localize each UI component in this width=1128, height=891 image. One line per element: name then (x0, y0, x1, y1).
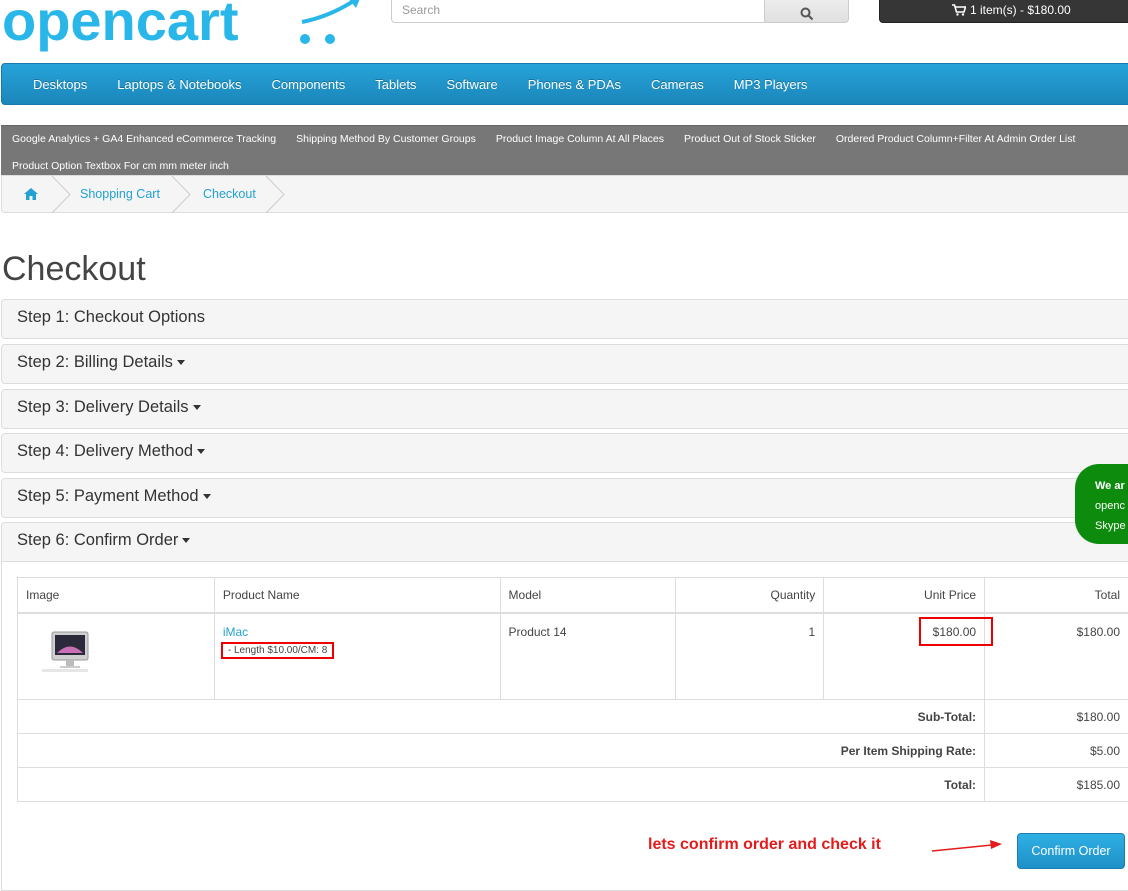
menu-item-laptops[interactable]: Laptops & Notebooks (102, 77, 256, 92)
totals-row: Sub-Total: $180.00 (18, 700, 1128, 734)
product-quantity: 1 (676, 613, 824, 700)
product-link[interactable]: iMac (223, 625, 248, 639)
caret-down-icon (177, 360, 185, 365)
confirm-order-button[interactable]: Confirm Order (1017, 833, 1125, 869)
step-4-heading[interactable]: Step 4: Delivery Method (1, 433, 1128, 473)
cart-total-label: 1 item(s) - $180.00 (970, 3, 1071, 17)
column-header: Image (18, 578, 215, 613)
product-total: $180.00 (985, 613, 1128, 700)
menu-item-tablets[interactable]: Tablets (360, 77, 431, 92)
search-button[interactable] (764, 0, 849, 23)
product-image-cell (18, 613, 215, 700)
grand-total-value: $185.00 (985, 768, 1128, 802)
step-label: Step 1: Checkout Options (17, 308, 205, 326)
column-header: Quantity (676, 578, 824, 613)
step-5-heading[interactable]: Step 5: Payment Method (1, 478, 1128, 518)
step-1-heading[interactable]: Step 1: Checkout Options (1, 299, 1128, 339)
ext-link-option-textbox[interactable]: Product Option Textbox For cm mm meter i… (12, 159, 229, 173)
caret-down-icon (182, 538, 190, 543)
menu-item-components[interactable]: Components (257, 77, 361, 92)
menu-item-desktops[interactable]: Desktops (18, 77, 102, 92)
annotation-arrow-icon (930, 836, 1005, 858)
cart-icon (952, 4, 966, 16)
step-2-heading[interactable]: Step 2: Billing Details (1, 344, 1128, 384)
totals-row: Total: $185.00 (18, 768, 1128, 802)
search-box (391, 0, 849, 23)
step-6-heading[interactable]: Step 6: Confirm Order (1, 522, 1128, 562)
extension-links-bar: Google Analytics + GA4 Enhanced eCommerc… (1, 125, 1128, 175)
menu-item-cameras[interactable]: Cameras (636, 77, 719, 92)
breadcrumb-separator (172, 176, 192, 213)
step-3-heading[interactable]: Step 3: Delivery Details (1, 389, 1128, 429)
step-label: Step 3: Delivery Details (17, 398, 189, 416)
home-icon (24, 188, 38, 200)
column-header: Unit Price (824, 578, 985, 613)
ext-link-shipping-groups[interactable]: Shipping Method By Customer Groups (296, 132, 476, 146)
search-icon (800, 7, 814, 21)
product-option: - Length $10.00/CM: 8 (221, 642, 335, 659)
opencart-logo[interactable]: opencart (2, 0, 364, 58)
breadcrumb-home[interactable] (24, 176, 38, 212)
grand-total-label: Total: (18, 768, 985, 802)
chat-line: We ar (1095, 476, 1128, 496)
column-header: Product Name (214, 578, 500, 613)
chat-widget[interactable]: We ar openc Skype (1075, 464, 1128, 544)
menu-item-software[interactable]: Software (431, 77, 512, 92)
caret-down-icon (197, 449, 205, 454)
column-header: Model (500, 578, 676, 613)
chat-line: Skype (1095, 516, 1128, 536)
product-unit-price-cell: $180.00 (824, 613, 985, 700)
product-unit-price: $180.00 (919, 617, 993, 646)
table-header-row: Image Product Name Model Quantity Unit P… (18, 578, 1128, 613)
page-title: Checkout (2, 250, 146, 289)
menu-item-phones[interactable]: Phones & PDAs (513, 77, 636, 92)
breadcrumb-checkout[interactable]: Checkout (203, 176, 256, 212)
breadcrumb-shopping-cart[interactable]: Shopping Cart (80, 176, 160, 212)
search-input[interactable] (391, 0, 765, 23)
order-table: Image Product Name Model Quantity Unit P… (17, 577, 1128, 802)
table-row: iMac - Length $10.00/CM: 8 Product 14 1 … (18, 613, 1128, 700)
svg-text:opencart: opencart (2, 0, 239, 52)
ext-link-ordered-product[interactable]: Ordered Product Column+Filter At Admin O… (836, 132, 1076, 146)
ext-link-image-column[interactable]: Product Image Column At All Places (496, 132, 664, 146)
caret-down-icon (203, 494, 211, 499)
breadcrumb: Shopping Cart Checkout (1, 175, 1128, 213)
column-header: Total (985, 578, 1128, 613)
cart-button[interactable]: 1 item(s) - $180.00 (879, 0, 1128, 23)
shipping-label: Per Item Shipping Rate: (18, 734, 985, 768)
step-label: Step 2: Billing Details (17, 353, 173, 371)
product-model: Product 14 (500, 613, 676, 700)
step-label: Step 4: Delivery Method (17, 442, 193, 460)
breadcrumb-separator (52, 176, 72, 213)
ext-link-out-of-stock[interactable]: Product Out of Stock Sticker (684, 132, 816, 146)
breadcrumb-separator (266, 176, 286, 213)
annotation-text: lets confirm order and check it (648, 836, 881, 854)
shipping-value: $5.00 (985, 734, 1128, 768)
chat-line: openc (1095, 496, 1128, 516)
menu-item-mp3[interactable]: MP3 Players (719, 77, 823, 92)
subtotal-label: Sub-Total: (18, 700, 985, 734)
step-label: Step 5: Payment Method (17, 487, 199, 505)
product-name-cell: iMac - Length $10.00/CM: 8 (214, 613, 500, 700)
subtotal-value: $180.00 (985, 700, 1128, 734)
caret-down-icon (193, 405, 201, 410)
totals-row: Per Item Shipping Rate: $5.00 (18, 734, 1128, 768)
step-label: Step 6: Confirm Order (17, 531, 178, 549)
main-menu: Desktops Laptops & Notebooks Components … (1, 63, 1128, 105)
ext-link-ga4[interactable]: Google Analytics + GA4 Enhanced eCommerc… (12, 132, 276, 146)
product-thumbnail[interactable] (40, 628, 110, 678)
